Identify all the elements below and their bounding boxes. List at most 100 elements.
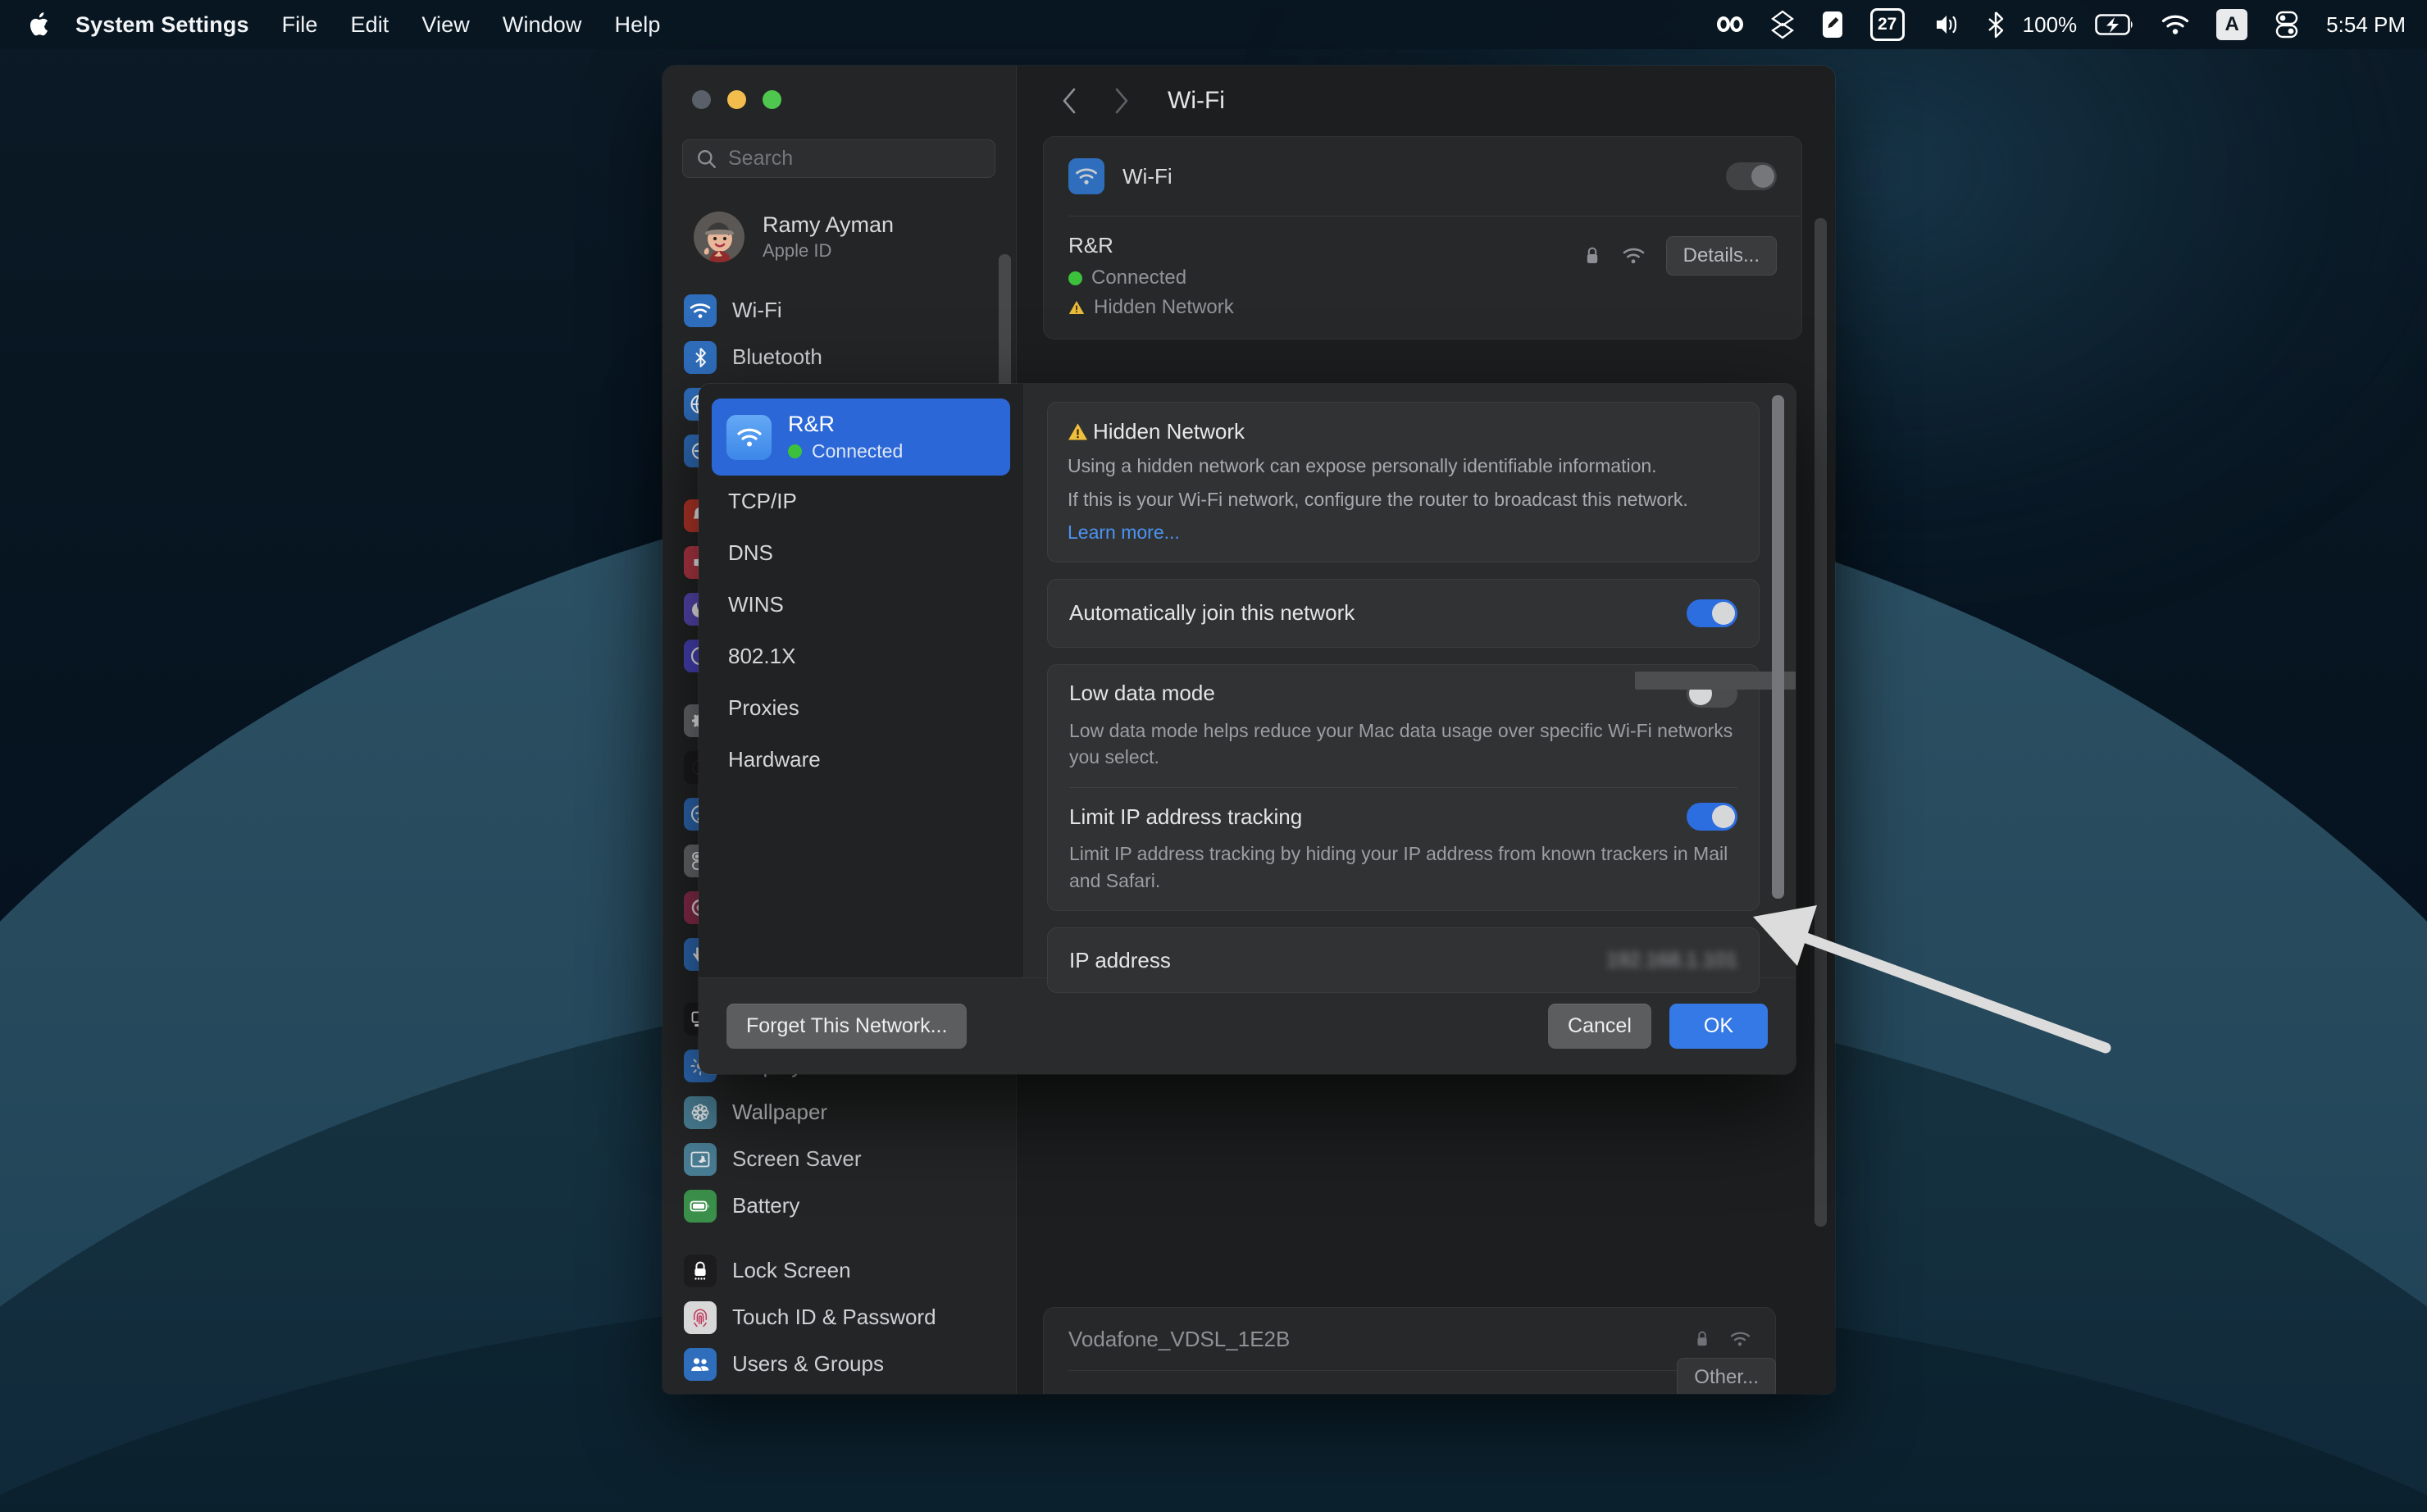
sidebar-item-screen-saver[interactable]: Screen Saver — [663, 1136, 1016, 1182]
current-network-row[interactable]: R&R Connected Hidden Network Details... — [1044, 216, 1801, 339]
dialog-tab-proxies[interactable]: Proxies — [712, 682, 1010, 734]
search-input[interactable]: Search — [682, 139, 995, 178]
wifi-signal-icon — [1730, 1332, 1751, 1346]
hidden-network-warning: Hidden Network Using a hidden network ca… — [1047, 402, 1760, 562]
wifi-toggle-row[interactable]: Wi-Fi — [1044, 137, 1801, 216]
sidebar-item-battery[interactable]: Battery — [663, 1182, 1016, 1229]
network-name: Vodafone_VDSL_1E2B — [1068, 1326, 1291, 1351]
warning-triangle-icon — [1068, 301, 1085, 314]
keyboard-layout-label: A — [2216, 9, 2248, 40]
limit-ip-description: Limit IP address tracking by hiding your… — [1069, 843, 1728, 891]
wifi-icon[interactable] — [2147, 0, 2203, 49]
window-controls — [692, 90, 781, 109]
details-button[interactable]: Details... — [1665, 236, 1777, 276]
ip-address-row: IP address 192.168.1.101 — [1048, 672, 1796, 992]
limit-ip-switch[interactable] — [1687, 803, 1737, 831]
apple-logo-icon[interactable] — [21, 11, 59, 39]
minimize-button[interactable] — [727, 90, 746, 109]
calendar-day-number: 27 — [1869, 8, 1905, 41]
dialog-body: R&R Connected TCP/IP DNS WINS 802.1X Pro… — [699, 384, 1796, 994]
menu-app-name[interactable]: System Settings — [71, 12, 266, 38]
wifi-signal-icon — [1623, 248, 1644, 264]
hidden-network-label: Hidden Network — [1094, 296, 1234, 318]
avatar — [694, 212, 744, 262]
bluetooth-icon — [684, 340, 717, 374]
detail-scrollbar[interactable] — [1815, 218, 1827, 1227]
keyboard-input-icon[interactable]: A — [2203, 0, 2261, 49]
sidebar-item-lock-screen[interactable]: Lock Screen — [663, 1247, 1016, 1294]
sidebar-item-label: Lock Screen — [732, 1258, 851, 1282]
limit-ip-row[interactable]: Limit IP address tracking — [1048, 788, 1759, 845]
wifi-icon — [684, 294, 717, 327]
battery-icon[interactable] — [2082, 0, 2147, 49]
dialog-tab-wins[interactable]: WINS — [712, 579, 1010, 631]
network-row[interactable]: Vodafone_VDSL_1E2B — [1044, 1308, 1775, 1370]
warning-line-2: If this is your Wi-Fi network, configure… — [1068, 489, 1688, 511]
forget-network-button[interactable]: Forget This Network... — [726, 1004, 968, 1049]
page-title: Wi-Fi — [1168, 87, 1225, 114]
auto-join-row[interactable]: Automatically join this network — [1048, 580, 1759, 647]
stacks-icon[interactable] — [1757, 0, 1808, 49]
sidebar-item-apple-id[interactable]: Ramy Ayman Apple ID — [672, 200, 1006, 274]
sidebar-item-touch-id-password[interactable]: Touch ID & Password — [663, 1294, 1016, 1341]
volume-icon[interactable] — [1918, 0, 1974, 49]
calendar-day-icon[interactable]: 27 — [1857, 0, 1918, 49]
dialog-primary-actions: Cancel OK — [1548, 1004, 1768, 1049]
menu-edit[interactable]: Edit — [334, 12, 405, 38]
dialog-network-item[interactable]: R&R Connected — [712, 398, 1010, 476]
sidebar-divider — [663, 1229, 1016, 1247]
dialog-tab-8021x[interactable]: 802.1X — [712, 631, 1010, 682]
close-button[interactable] — [692, 90, 711, 109]
chevron-left-icon[interactable] — [1046, 77, 1094, 125]
menu-help[interactable]: Help — [599, 12, 677, 38]
warning-title: Hidden Network — [1093, 419, 1245, 444]
sidebar-item-label: Touch ID & Password — [732, 1305, 936, 1329]
lock-icon — [684, 1254, 717, 1287]
fingerprint-icon — [684, 1300, 717, 1334]
bluetooth-icon[interactable] — [1974, 0, 2018, 49]
sidecar-icon[interactable] — [1808, 0, 1857, 49]
sidebar-item-bluetooth[interactable]: Bluetooth — [663, 334, 1016, 380]
dialog-network-status: Connected — [788, 440, 903, 462]
control-center-icon[interactable] — [2261, 0, 2313, 49]
sidebar-item-users-groups[interactable]: Users & Groups — [663, 1341, 1016, 1387]
dialog-scroll-area[interactable]: Hidden Network Using a hidden network ca… — [1024, 384, 1796, 994]
sidebar-item-wallpaper[interactable]: Wallpaper — [663, 1089, 1016, 1136]
chevron-right-icon[interactable] — [1097, 77, 1145, 125]
menu-bar: System Settings File Edit View Window He… — [0, 0, 2427, 49]
low-data-label: Low data mode — [1069, 681, 1215, 706]
wifi-icon — [1068, 158, 1104, 194]
menu-view[interactable]: View — [405, 12, 485, 38]
network-row[interactable]: WE_416010 — [1044, 1371, 1775, 1395]
lock-icon — [1697, 1331, 1707, 1346]
zoom-button[interactable] — [763, 90, 781, 109]
network-row-icons — [1695, 1329, 1751, 1349]
pointer-arrow — [1753, 905, 2111, 1054]
battery-icon — [684, 1189, 717, 1223]
other-button[interactable]: Other... — [1677, 1358, 1776, 1394]
menu-file[interactable]: File — [266, 12, 335, 38]
ip-address-label: IP address — [1069, 947, 1171, 972]
low-data-description: Low data mode helps reduce your Mac data… — [1069, 719, 1733, 768]
sidebar-item-label: Wi-Fi — [732, 298, 782, 322]
learn-more-link[interactable]: Learn more... — [1068, 521, 1739, 544]
connected-label: Connected — [812, 440, 904, 462]
dialog-scrollbar[interactable] — [1772, 395, 1784, 899]
screen-saver-icon — [684, 1142, 717, 1176]
cancel-button[interactable]: Cancel — [1548, 1004, 1651, 1049]
sidebar-item-wifi[interactable]: Wi-Fi — [663, 287, 1016, 334]
wifi-toggle-switch[interactable] — [1726, 162, 1777, 190]
auto-join-switch[interactable] — [1687, 599, 1737, 627]
ip-address-card: IP address 192.168.1.101 — [1047, 672, 1796, 994]
connected-label: Connected — [1091, 266, 1187, 289]
dialog-tab-dns[interactable]: DNS — [712, 527, 1010, 579]
menu-window[interactable]: Window — [486, 12, 599, 38]
dialog-tab-hardware[interactable]: Hardware — [712, 734, 1010, 786]
warning-triangle-icon — [1068, 423, 1087, 440]
network-details-dialog: R&R Connected TCP/IP DNS WINS 802.1X Pro… — [699, 384, 1796, 1074]
menu-clock[interactable]: 5:54 PM — [2313, 12, 2409, 38]
dialog-tab-tcpip[interactable]: TCP/IP — [712, 476, 1010, 527]
current-network-actions: Details... — [1584, 233, 1777, 276]
quotes-icon[interactable] — [1703, 0, 1757, 49]
lock-icon — [1587, 247, 1597, 263]
